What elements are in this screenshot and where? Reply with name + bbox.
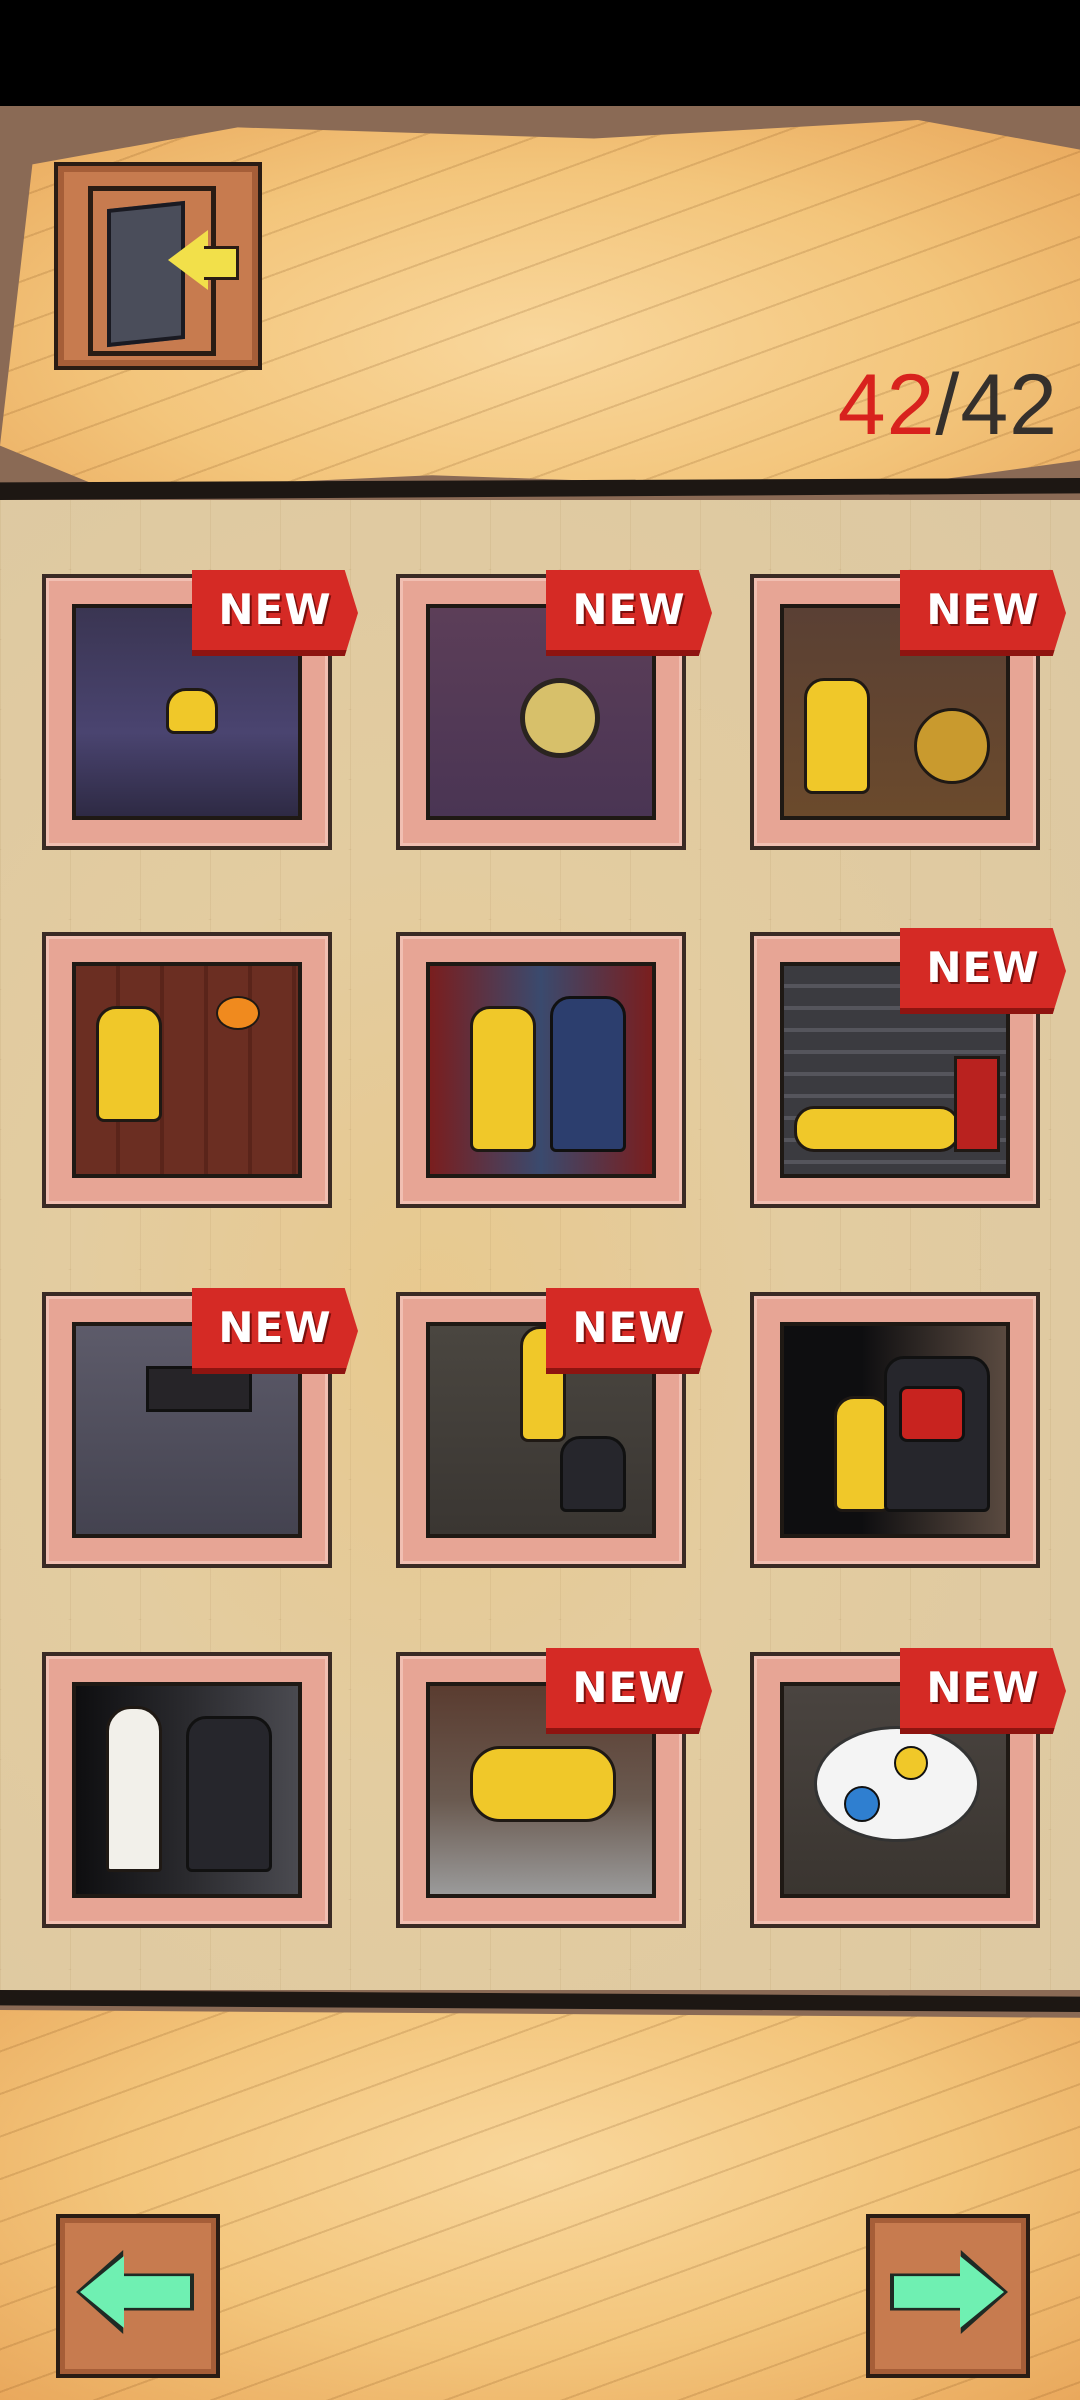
new-badge: NEW bbox=[192, 1288, 358, 1374]
clock-icon bbox=[520, 678, 600, 758]
level-thumbnail bbox=[72, 1682, 302, 1898]
progress-current: 42 bbox=[837, 357, 936, 453]
level-card-5[interactable] bbox=[396, 932, 686, 1208]
arrow-left-icon bbox=[80, 2256, 190, 2328]
next-page-button[interactable] bbox=[866, 2214, 1030, 2378]
progress-counter: 42/42 bbox=[838, 362, 1058, 448]
level-thumbnail bbox=[72, 962, 302, 1178]
new-badge: NEW bbox=[900, 570, 1066, 656]
new-badge: NEW bbox=[900, 1648, 1066, 1734]
progress-total: 42 bbox=[960, 357, 1058, 453]
fight-cloud-icon bbox=[814, 1726, 980, 1842]
level-card-10[interactable] bbox=[42, 1652, 332, 1928]
prev-page-button[interactable] bbox=[56, 2214, 220, 2378]
level-card-8[interactable]: NEW bbox=[396, 1288, 712, 1568]
level-card-11[interactable]: NEW bbox=[396, 1648, 712, 1928]
level-card-7[interactable]: NEW bbox=[42, 1288, 358, 1568]
exit-button[interactable] bbox=[54, 162, 262, 370]
progress-separator: / bbox=[935, 357, 961, 453]
level-thumbnail bbox=[780, 1322, 1010, 1538]
level-thumbnail bbox=[426, 962, 656, 1178]
level-card-4[interactable] bbox=[42, 932, 332, 1208]
new-badge: NEW bbox=[900, 928, 1066, 1014]
arrow-in-icon bbox=[168, 230, 208, 290]
level-card-9[interactable] bbox=[750, 1292, 1040, 1568]
new-badge: NEW bbox=[546, 1648, 712, 1734]
level-card-12[interactable]: NEW bbox=[750, 1648, 1066, 1928]
level-card-3[interactable]: NEW bbox=[750, 570, 1066, 850]
arrow-right-icon bbox=[894, 2256, 1004, 2328]
new-badge: NEW bbox=[192, 570, 358, 656]
new-badge: NEW bbox=[546, 1288, 712, 1374]
level-card-1[interactable]: NEW bbox=[42, 570, 358, 850]
status-bar bbox=[0, 0, 1080, 106]
level-card-6[interactable]: NEW bbox=[750, 928, 1066, 1208]
new-badge: NEW bbox=[546, 570, 712, 656]
level-card-2[interactable]: NEW bbox=[396, 570, 712, 850]
